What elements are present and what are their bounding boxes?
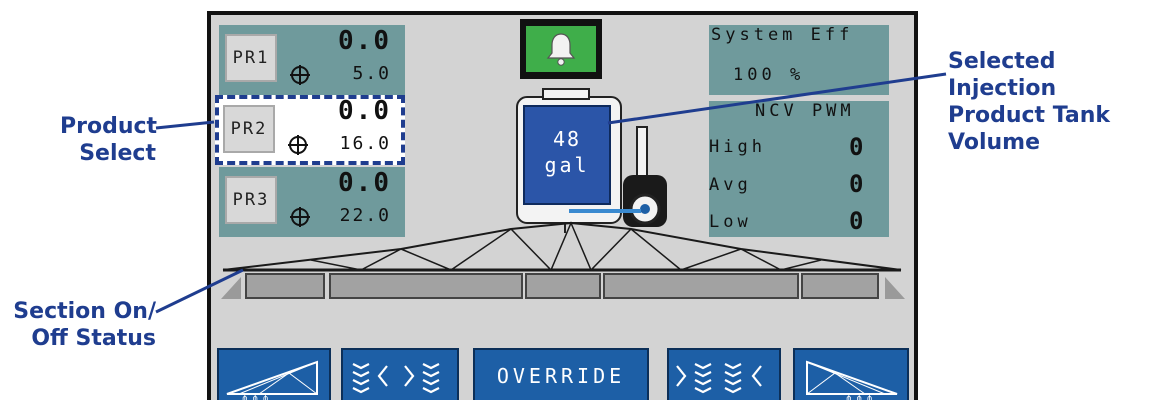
svg-text:⋔ ⋔ ⋔: ⋔ ⋔ ⋔ bbox=[845, 394, 873, 400]
callout-section-status-line2: Off Status bbox=[31, 326, 156, 351]
callout-tank-volume-line1: Selected Injection bbox=[948, 49, 1057, 101]
tank-volume-value: 48 bbox=[552, 127, 582, 151]
product-row-pr1: PR1 0.0 5.0 bbox=[219, 25, 405, 95]
pump-mast bbox=[636, 126, 648, 178]
callout-section-status-line1: Section On/ bbox=[13, 299, 156, 324]
callout-product-select-line1: Product bbox=[60, 114, 158, 139]
boom-left-button[interactable]: ⋔ ⋔ ⋔ bbox=[217, 348, 331, 400]
boom-right-icon: ⋔ ⋔ ⋔ bbox=[806, 360, 898, 400]
section-status-segment bbox=[329, 273, 523, 299]
section-edge-right bbox=[885, 277, 905, 299]
callout-tank-volume-line2: Product Tank bbox=[948, 103, 1111, 128]
product-select-button-pr1[interactable]: PR1 bbox=[225, 34, 277, 82]
boom-right-button[interactable]: ⋔ ⋔ ⋔ bbox=[793, 348, 909, 400]
display-screen: PR1 0.0 5.0 PR2 0.0 16.0 PR3 0.0 22.0 48… bbox=[207, 11, 918, 400]
svg-text:⋔ ⋔ ⋔: ⋔ ⋔ ⋔ bbox=[241, 394, 269, 400]
product-rate-pr3: 0.0 bbox=[338, 168, 391, 198]
product-rate-pr1: 0.0 bbox=[338, 26, 391, 56]
shift-right-button[interactable] bbox=[667, 348, 781, 400]
target-icon bbox=[290, 65, 310, 85]
section-edge-left bbox=[221, 277, 241, 299]
ncv-pwm-title: NCV PWM bbox=[755, 101, 855, 121]
override-label: OVERRIDE bbox=[496, 364, 626, 388]
boom-left-icon: ⋔ ⋔ ⋔ bbox=[226, 360, 318, 400]
tank-volume-unit: gal bbox=[544, 153, 590, 177]
callout-tank-volume: Selected Injection Product Tank Volume bbox=[948, 48, 1170, 156]
tank-cap bbox=[542, 88, 590, 100]
alarm-button[interactable] bbox=[520, 19, 602, 79]
ncv-pwm-value-avg: 0 bbox=[849, 170, 864, 198]
tank-volume-display: 48 gal bbox=[523, 105, 611, 205]
system-eff-label: System Eff bbox=[711, 25, 854, 45]
product-target-rate-pr1: 5.0 bbox=[352, 63, 391, 84]
section-status-segment bbox=[801, 273, 879, 299]
product-row-pr2: PR2 0.0 16.0 bbox=[215, 95, 405, 165]
ncv-pwm-label-high: High bbox=[709, 137, 766, 157]
shift-right-icon bbox=[676, 363, 762, 394]
system-eff-value: 100 % bbox=[733, 65, 805, 85]
shift-left-button[interactable] bbox=[341, 348, 459, 400]
product-rate-pr2: 0.0 bbox=[338, 96, 391, 126]
target-icon bbox=[288, 135, 308, 155]
system-eff-panel: System Eff 100 % bbox=[709, 25, 889, 95]
callout-tank-volume-line3: Volume bbox=[948, 130, 1040, 155]
bell-icon bbox=[546, 33, 576, 66]
override-button[interactable]: OVERRIDE bbox=[473, 348, 649, 400]
callout-product-select-line2: Select bbox=[79, 141, 156, 166]
callout-section-status: Section On/ Off Status bbox=[10, 298, 156, 352]
product-target-rate-pr2: 16.0 bbox=[339, 133, 391, 154]
section-status-segment bbox=[245, 273, 325, 299]
section-status-segment bbox=[525, 273, 601, 299]
product-select-button-pr2[interactable]: PR2 bbox=[223, 105, 275, 153]
section-status-segment bbox=[603, 273, 799, 299]
shift-left-icon bbox=[352, 363, 440, 394]
ncv-pwm-label-avg: Avg bbox=[709, 175, 752, 195]
leader-product-select bbox=[155, 120, 215, 130]
callout-product-select: Product Select bbox=[60, 113, 158, 167]
ncv-pwm-value-high: 0 bbox=[849, 133, 864, 161]
boom-truss bbox=[222, 221, 902, 272]
alarm-indicator bbox=[526, 26, 596, 72]
